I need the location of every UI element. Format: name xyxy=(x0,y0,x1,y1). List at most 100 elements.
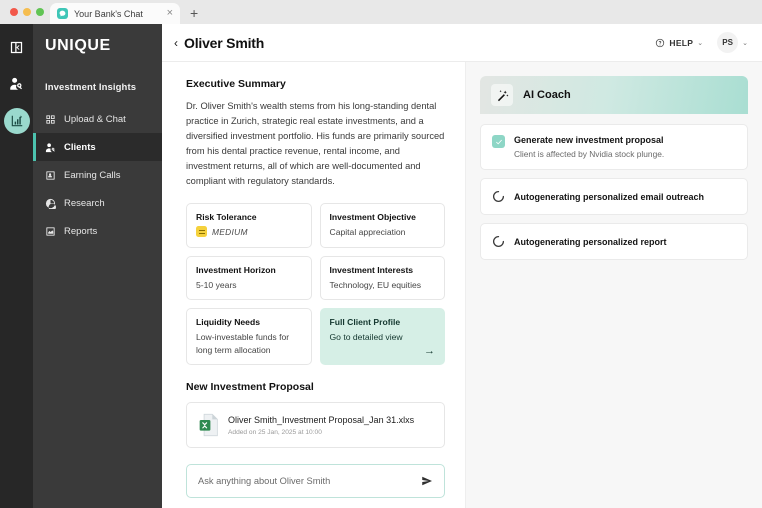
card-label: Investment Objective xyxy=(329,212,416,223)
grid-upload-icon xyxy=(46,114,55,124)
sidebar-item-label: Research xyxy=(64,197,105,209)
chat-input-box[interactable] xyxy=(186,464,445,498)
card-investment-objective: Investment Objective Capital appreciatio… xyxy=(319,203,445,248)
brand-logo: UNIQUE xyxy=(33,24,162,68)
task-title: Autogenerating personalized email outrea… xyxy=(514,191,705,202)
risk-value-row: MEDIUM xyxy=(196,226,302,238)
sidebar-item-label: Upload & Chat xyxy=(64,113,126,125)
loading-spinner-icon xyxy=(492,235,505,248)
ai-coach-task-list: Generate new investment proposal Client … xyxy=(480,114,748,260)
insights-chart-icon[interactable] xyxy=(3,108,30,134)
proposal-file-meta: Added on 25 Jan, 2025 at 10:00 xyxy=(228,428,322,436)
task-personalized-report[interactable]: Autogenerating personalized report xyxy=(480,223,748,260)
new-tab-button[interactable]: + xyxy=(180,3,208,24)
minimize-window-button[interactable] xyxy=(23,8,31,16)
panel-collapse-icon[interactable] xyxy=(6,36,28,58)
avatar: PS xyxy=(717,32,739,53)
main-area: ‹ Oliver Smith HELP ⌄ PS ⌄ Executive Sum… xyxy=(162,24,762,508)
clients-icon xyxy=(45,142,55,152)
card-label: Full Client Profile xyxy=(329,317,401,328)
chat-composer xyxy=(186,464,445,508)
content-region: Executive Summary Dr. Oliver Smith's wea… xyxy=(162,62,762,508)
task-email-outreach[interactable]: Autogenerating personalized email outrea… xyxy=(480,178,748,215)
card-label: Liquidity Needs xyxy=(196,317,260,328)
proposal-file-name: Oliver Smith_Investment Proposal_Jan 31.… xyxy=(228,414,415,425)
task-title: Autogenerating personalized report xyxy=(514,236,667,247)
card-value: Capital appreciation xyxy=(329,227,406,238)
maximize-window-button[interactable] xyxy=(36,8,44,16)
user-menu[interactable]: PS ⌄ xyxy=(717,32,748,53)
sidebar-item-earning-calls[interactable]: Earning Calls xyxy=(33,161,162,189)
sidebar: UNIQUE Investment Insights Upload & Chat… xyxy=(33,24,162,508)
chevron-down-icon: ⌄ xyxy=(742,39,748,47)
app-shell: UNIQUE Investment Insights Upload & Chat… xyxy=(0,24,762,508)
proposal-file-card[interactable]: Oliver Smith_Investment Proposal_Jan 31.… xyxy=(186,402,445,449)
chat-input[interactable] xyxy=(198,476,413,486)
task-generate-proposal[interactable]: Generate new investment proposal Client … xyxy=(480,124,748,170)
excel-file-icon xyxy=(199,413,218,437)
task-body: Generate new investment proposal Client … xyxy=(514,135,664,159)
check-icon xyxy=(492,135,505,148)
sidebar-item-clients[interactable]: Clients xyxy=(33,133,162,161)
client-detail-column: Executive Summary Dr. Oliver Smith's wea… xyxy=(162,62,466,508)
window-controls xyxy=(8,0,50,24)
help-button[interactable]: HELP ⌄ xyxy=(655,38,703,48)
reports-icon xyxy=(46,226,55,236)
arrow-right-icon: → xyxy=(424,345,435,358)
app-window: Your Bank's Chat × + UNIQUE Investment I… xyxy=(0,0,762,508)
chevron-down-icon: ⌄ xyxy=(697,39,704,47)
top-bar: ‹ Oliver Smith HELP ⌄ PS ⌄ xyxy=(162,24,762,62)
close-window-button[interactable] xyxy=(10,8,18,16)
card-liquidity-needs: Liquidity Needs Low-investable funds for… xyxy=(186,308,312,366)
sidebar-item-label: Reports xyxy=(64,225,98,237)
card-label: Investment Interests xyxy=(329,264,414,275)
browser-tab[interactable]: Your Bank's Chat × xyxy=(50,3,180,24)
sidebar-item-label: Clients xyxy=(64,141,96,153)
sidebar-item-reports[interactable]: Reports xyxy=(33,217,162,245)
user-search-icon[interactable] xyxy=(6,72,28,94)
help-circle-icon xyxy=(656,38,665,47)
task-title: Generate new investment proposal xyxy=(514,135,664,145)
ai-coach-panel: AI Coach xyxy=(480,76,748,114)
card-value: Go to detailed view xyxy=(329,332,403,343)
executive-summary-title: Executive Summary xyxy=(186,78,286,90)
proposal-title: New Investment Proposal xyxy=(186,381,314,394)
browser-tab-bar: Your Bank's Chat × + xyxy=(0,0,762,24)
close-tab-icon[interactable]: × xyxy=(167,8,173,19)
sidebar-item-upload-chat[interactable]: Upload & Chat xyxy=(33,105,162,133)
client-attribute-grid: Risk Tolerance MEDIUM Investment Objecti… xyxy=(186,203,445,366)
sidebar-item-label: Earning Calls xyxy=(64,169,121,181)
card-value: Technology, EU equities xyxy=(329,279,422,290)
top-bar-actions: HELP ⌄ PS ⌄ xyxy=(655,32,748,53)
risk-level-icon xyxy=(196,226,207,238)
card-investment-horizon: Investment Horizon 5-10 years xyxy=(186,255,312,301)
ai-coach-title: AI Coach xyxy=(523,89,571,101)
earning-calls-icon xyxy=(46,170,55,180)
magic-wand-icon xyxy=(491,84,513,106)
card-label: Risk Tolerance xyxy=(196,212,257,223)
back-chevron-icon[interactable]: ‹ xyxy=(174,37,178,49)
new-investment-proposal-section: New Investment Proposal Oliver Smith_Inv… xyxy=(186,381,445,449)
card-value: MEDIUM xyxy=(212,226,248,237)
card-investment-interests: Investment Interests Technology, EU equi… xyxy=(319,255,445,301)
task-subtitle: Client is affected by Nvidia stock plung… xyxy=(514,149,665,159)
proposal-file-info: Oliver Smith_Investment Proposal_Jan 31.… xyxy=(228,415,414,436)
card-value: Low-investable funds for long term alloc… xyxy=(196,332,290,355)
browser-tab-title: Your Bank's Chat xyxy=(74,8,143,19)
sidebar-item-research[interactable]: Research xyxy=(33,189,162,217)
send-icon[interactable] xyxy=(421,475,433,487)
research-icon xyxy=(45,198,56,209)
page-title: Oliver Smith xyxy=(184,34,265,51)
executive-summary-text: Dr. Oliver Smith's wealth stems from his… xyxy=(186,101,445,187)
help-label: HELP xyxy=(669,37,694,48)
sidebar-heading: Investment Insights xyxy=(45,82,137,93)
card-full-client-profile[interactable]: Full Client Profile Go to detailed view … xyxy=(319,308,445,366)
loading-spinner-icon xyxy=(492,190,505,203)
ai-coach-header: AI Coach xyxy=(480,76,748,114)
ai-coach-column: AI Coach Generate new investment proposa… xyxy=(466,62,762,508)
card-risk-tolerance: Risk Tolerance MEDIUM xyxy=(186,203,312,248)
chat-bubble-favicon xyxy=(57,8,68,19)
brand-name: UNIQUE xyxy=(45,37,111,54)
card-value: 5-10 years xyxy=(196,279,237,290)
icon-rail xyxy=(0,24,33,508)
